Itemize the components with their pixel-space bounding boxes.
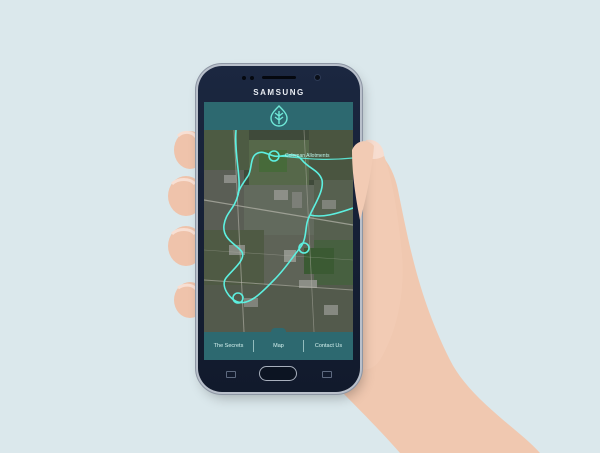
nav-item-the-secrets[interactable]: The Secrets — [204, 343, 253, 349]
smartphone: SAMSUNG Coleman Allotments The Secrets M… — [198, 66, 360, 392]
leaf-drop-logo-icon[interactable] — [269, 105, 289, 127]
phone-screen: Coleman Allotments The Secrets Map Conta… — [204, 102, 353, 360]
nav-item-contact-us[interactable]: Contact Us — [304, 343, 353, 349]
hardware-keys — [198, 364, 360, 386]
map-building — [322, 200, 336, 209]
bottom-navigation: The Secrets Map Contact Us — [204, 328, 353, 360]
map-building — [292, 192, 302, 208]
app-header — [204, 102, 353, 130]
map-parcel — [204, 130, 249, 170]
earpiece-speaker — [262, 76, 296, 79]
home-button[interactable] — [260, 367, 296, 380]
back-key[interactable] — [322, 371, 332, 378]
phone-brand: SAMSUNG — [253, 88, 305, 97]
nav-item-map[interactable]: Map — [254, 343, 303, 349]
route-map[interactable] — [204, 130, 353, 332]
recent-apps-key[interactable] — [226, 371, 236, 378]
map-place-label[interactable]: Coleman Allotments — [285, 153, 329, 159]
map-green — [304, 248, 334, 274]
map-building — [324, 305, 338, 315]
map-building — [274, 190, 288, 200]
proximity-sensor — [242, 76, 246, 80]
front-camera-icon — [315, 75, 320, 80]
nav-pull-tab[interactable] — [271, 328, 286, 334]
map-parcel — [204, 230, 264, 285]
light-sensor — [250, 76, 254, 80]
map-building — [224, 175, 236, 183]
mockup-scene: SAMSUNG Coleman Allotments The Secrets M… — [0, 0, 600, 453]
